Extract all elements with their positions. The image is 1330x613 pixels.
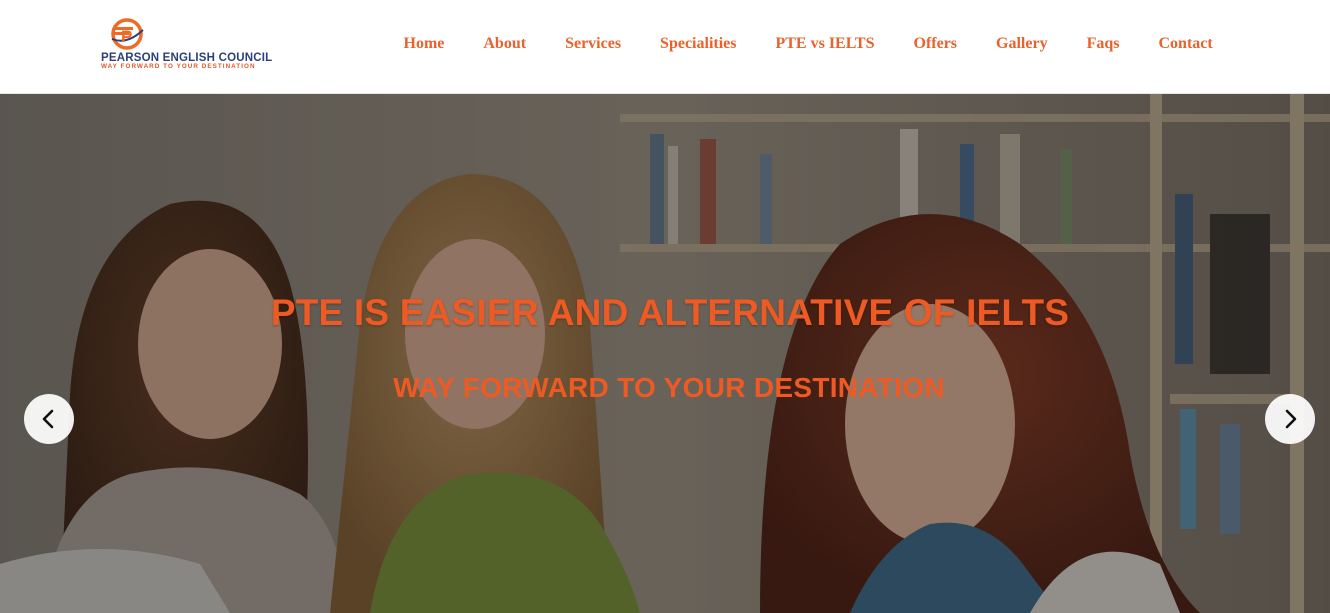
- nav-link-services[interactable]: Services: [546, 35, 641, 53]
- main-nav: Home About Services Specialities PTE vs …: [384, 0, 1232, 88]
- chevron-right-icon: [1285, 409, 1297, 429]
- nav-link-about[interactable]: About: [464, 35, 546, 53]
- site-header: P PEARSON ENGLISH COUNCIL WAY FORWARD TO…: [0, 0, 1330, 94]
- brand-tagline: WAY FORWARD TO YOUR DESTINATION: [101, 63, 256, 70]
- nav-link-gallery[interactable]: Gallery: [977, 35, 1068, 53]
- pec-logo-icon: P: [111, 18, 144, 50]
- nav-link-pte-vs-ielts[interactable]: PTE vs IELTS: [756, 35, 894, 53]
- nav-link-faqs[interactable]: Faqs: [1067, 35, 1139, 53]
- hero-slider: PTE IS EASIER AND ALTERNATIVE OF IELTS W…: [0, 94, 1330, 613]
- nav-link-contact[interactable]: Contact: [1139, 35, 1232, 53]
- nav-link-offers[interactable]: Offers: [894, 35, 977, 53]
- hero-title: PTE IS EASIER AND ALTERNATIVE OF IELTS: [270, 292, 1070, 333]
- slider-next-button[interactable]: [1265, 394, 1315, 444]
- hero-overlay: [0, 94, 1330, 613]
- logo[interactable]: P PEARSON ENGLISH COUNCIL WAY FORWARD TO…: [100, 18, 280, 72]
- hero-subtitle: WAY FORWARD TO YOUR DESTINATION: [393, 372, 945, 403]
- svg-text:P: P: [121, 27, 132, 46]
- slider-prev-button[interactable]: [24, 394, 74, 444]
- nav-link-home[interactable]: Home: [384, 35, 464, 53]
- chevron-left-icon: [42, 409, 54, 429]
- nav-link-specialities[interactable]: Specialities: [641, 35, 756, 53]
